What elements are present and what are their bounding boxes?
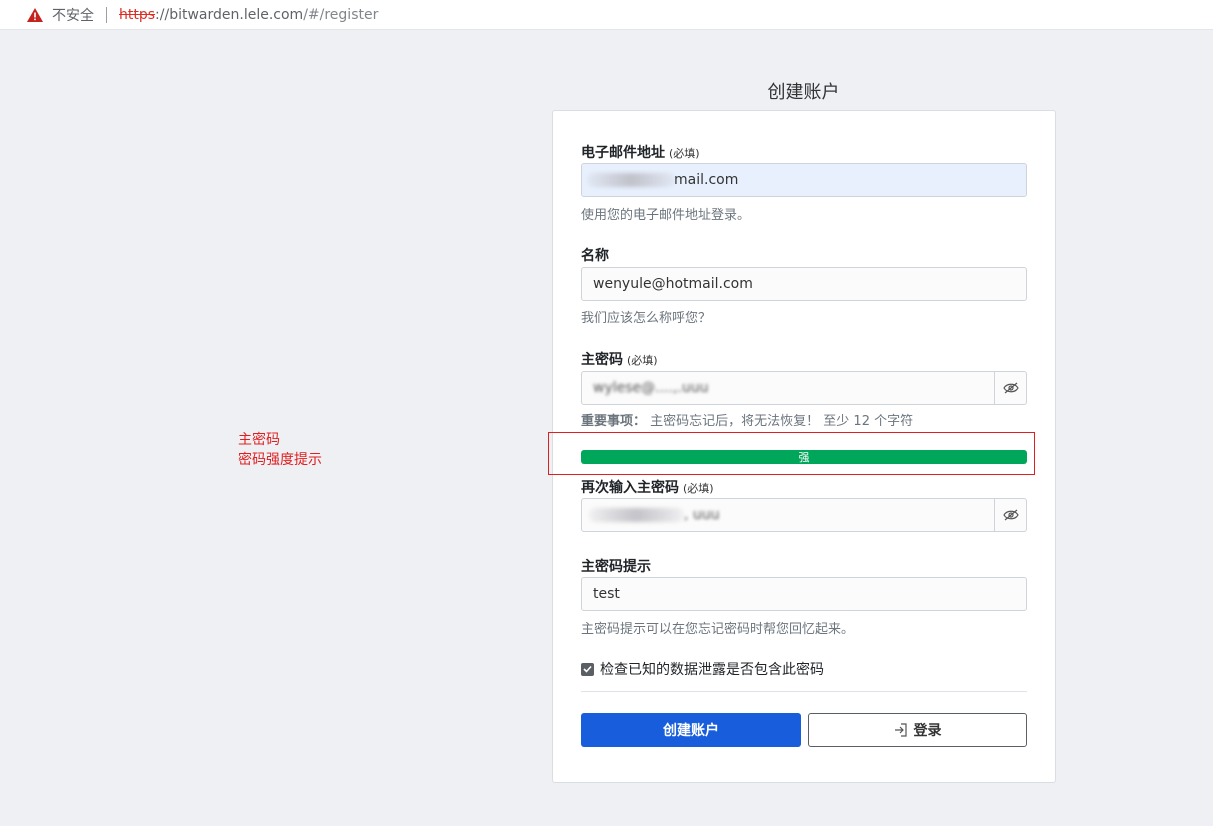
breach-check-row[interactable]: 检查已知的数据泄露是否包含此密码	[581, 659, 824, 679]
password-hint-label: 主密码提示	[581, 556, 651, 576]
address-separator	[106, 6, 107, 23]
retype-password-value: , uuu	[684, 507, 720, 523]
name-hint: 我们应该怎么称呼您？	[581, 311, 712, 326]
master-password-hint-text: 主密码忘记后，将无法恢复！ 至少 12 个字符	[650, 414, 914, 429]
login-button-label: 登录	[913, 723, 942, 739]
retype-password-label-text: 再次输入主密码	[581, 480, 679, 496]
name-value: wenyule@hotmail.com	[593, 276, 753, 292]
email-label: 电子邮件地址 (必填)	[581, 142, 700, 162]
email-label-text: 电子邮件地址	[581, 145, 665, 161]
create-account-button[interactable]: 创建账户	[581, 713, 801, 747]
annotation-line2: 密码强度提示	[238, 452, 322, 468]
toggle-retype-visibility-button[interactable]	[995, 498, 1027, 532]
password-hint-input[interactable]: test	[581, 577, 1027, 611]
email-input[interactable]: mail.com	[581, 163, 1027, 197]
annotation-line1: 主密码	[238, 432, 280, 448]
name-label-text: 名称	[581, 248, 609, 264]
master-password-hint-strong: 重要事项：	[581, 414, 647, 429]
annotation-highlight-box	[548, 432, 1035, 475]
url-text[interactable]: https://bitwarden.lele.com/#/register	[119, 7, 378, 23]
password-hint-help: 主密码提示可以在您忘记密码时帮您回忆起来。	[581, 622, 855, 637]
url-host: ://bitwarden.lele.com	[155, 6, 304, 23]
email-value: mail.com	[674, 172, 739, 188]
name-input[interactable]: wenyule@hotmail.com	[581, 267, 1027, 301]
name-label: 名称	[581, 245, 609, 265]
url-path: /#/register	[303, 6, 379, 23]
breach-check-checkbox[interactable]	[581, 662, 594, 676]
retype-redaction	[589, 508, 684, 522]
warning-icon	[26, 7, 44, 23]
toggle-password-visibility-button[interactable]	[995, 371, 1027, 405]
eye-slash-icon	[1002, 509, 1019, 521]
master-password-label-text: 主密码	[581, 352, 623, 368]
email-redaction	[587, 173, 675, 187]
master-password-hint: 重要事项： 主密码忘记后，将无法恢复！ 至少 12 个字符	[581, 410, 913, 429]
master-password-label: 主密码 (必填)	[581, 349, 658, 369]
retype-password-label: 再次输入主密码 (必填)	[581, 477, 714, 497]
login-button[interactable]: 登录	[808, 713, 1027, 747]
master-password-value: wylese@....,.uuu	[593, 380, 709, 396]
breach-check-label: 检查已知的数据泄露是否包含此密码	[600, 662, 824, 678]
email-required: (必填)	[669, 147, 700, 160]
retype-password-required: (必填)	[683, 482, 714, 495]
security-label[interactable]: 不安全	[52, 5, 94, 25]
sign-in-icon	[894, 723, 907, 737]
master-password-input[interactable]: wylese@....,.uuu	[581, 371, 995, 405]
master-password-required: (必填)	[627, 354, 658, 367]
address-bar[interactable]: 不安全 https://bitwarden.lele.com/#/registe…	[0, 0, 1213, 30]
annotation-note: 主密码 密码强度提示	[238, 430, 322, 470]
eye-slash-icon	[1002, 382, 1019, 394]
check-icon	[583, 665, 592, 673]
password-hint-label-text: 主密码提示	[581, 559, 651, 575]
retype-password-input[interactable]: , uuu	[581, 498, 995, 532]
form-divider	[581, 691, 1027, 692]
email-hint: 使用您的电子邮件地址登录。	[581, 208, 751, 223]
password-hint-value: test	[593, 586, 620, 602]
url-scheme: https	[119, 6, 156, 23]
page-title: 创建账户	[767, 82, 840, 103]
